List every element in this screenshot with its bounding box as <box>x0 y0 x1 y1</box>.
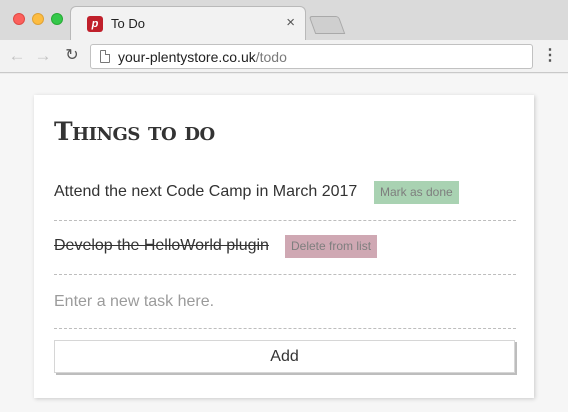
forward-arrow-icon[interactable]: → <box>33 46 53 66</box>
tab-close-icon[interactable]: × <box>286 14 295 32</box>
plenty-favicon-icon: p <box>87 16 103 32</box>
reload-icon[interactable]: ↻ <box>62 46 82 66</box>
url-text: your-plentystore.co.uk/todo <box>118 49 287 65</box>
tab-title: To Do <box>111 16 145 31</box>
close-window-button[interactable] <box>13 13 25 25</box>
browser-menu-icon[interactable]: ⋮ <box>542 46 558 66</box>
task-text: Develop the HelloWorld plugin <box>54 237 269 254</box>
address-bar[interactable]: your-plentystore.co.uk/todo <box>90 44 533 69</box>
page-content: Things to do Attend the next Code Camp i… <box>0 74 568 412</box>
new-task-input[interactable] <box>54 289 494 315</box>
tab-todo[interactable]: p To Do × <box>70 6 306 40</box>
minimize-window-button[interactable] <box>32 13 44 25</box>
page-info-icon[interactable] <box>100 50 110 63</box>
mark-as-done-button[interactable]: Mark as done <box>374 181 459 204</box>
todo-card: Things to do Attend the next Code Camp i… <box>34 95 534 398</box>
new-tab-button[interactable] <box>308 16 346 34</box>
task-item: Attend the next Code Camp in March 2017 … <box>54 167 516 221</box>
task-text: Attend the next Code Camp in March 2017 <box>54 183 358 200</box>
delete-from-list-button[interactable]: Delete from list <box>285 235 378 258</box>
page-title: Things to do <box>54 117 215 146</box>
browser-toolbar: ← → ↻ your-plentystore.co.uk/todo ⋮ <box>0 40 568 73</box>
back-arrow-icon[interactable]: ← <box>7 46 27 66</box>
url-path: /todo <box>255 49 287 65</box>
zoom-window-button[interactable] <box>51 13 63 25</box>
new-task-row <box>54 275 516 329</box>
task-item: Develop the HelloWorld plugin Delete fro… <box>54 221 516 275</box>
url-host: your-plentystore.co.uk <box>118 49 256 65</box>
add-button[interactable]: Add <box>54 340 515 373</box>
tab-strip: p To Do × <box>0 0 568 40</box>
